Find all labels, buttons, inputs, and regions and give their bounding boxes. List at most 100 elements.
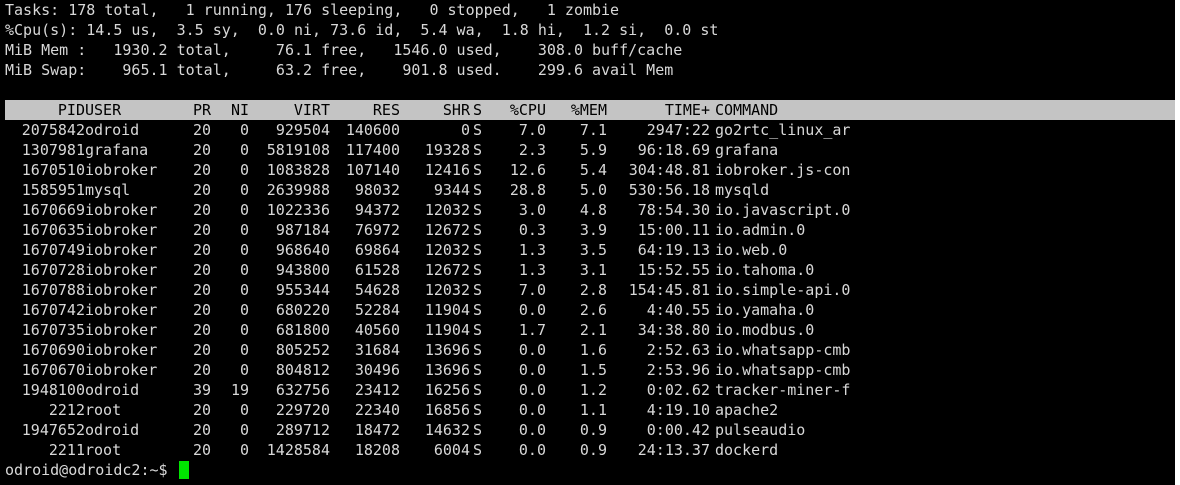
process-user: mysql bbox=[85, 181, 131, 199]
process-res: 117400 bbox=[345, 141, 400, 159]
process-user: root bbox=[85, 401, 122, 419]
process-res: 40560 bbox=[354, 321, 400, 339]
process-cpu: 0.3 bbox=[518, 221, 546, 239]
process-time: 96:18.69 bbox=[637, 141, 710, 159]
process-time: 530:56.18 bbox=[628, 181, 710, 199]
process-cpu: 0.0 bbox=[518, 401, 546, 419]
process-mem: 2.8 bbox=[579, 281, 607, 299]
process-pid: 1670510 bbox=[21, 161, 85, 179]
process-mem: 1.2 bbox=[579, 381, 607, 399]
process-nice: 0 bbox=[239, 361, 249, 379]
process-time: 4:19.10 bbox=[646, 401, 710, 419]
process-time: 78:54.30 bbox=[637, 201, 710, 219]
process-time: 304:48.81 bbox=[628, 161, 710, 179]
process-mem: 0.9 bbox=[579, 421, 607, 439]
process-mem: 0.9 bbox=[579, 441, 607, 459]
process-user: odroid bbox=[85, 381, 140, 399]
process-res: 69864 bbox=[354, 241, 400, 259]
process-state: S bbox=[473, 241, 483, 259]
process-virt: 1428584 bbox=[266, 441, 330, 459]
process-user: odroid bbox=[85, 121, 140, 139]
column-header-mem: %MEM bbox=[570, 101, 607, 119]
process-user: iobroker bbox=[85, 221, 158, 239]
process-time: 0:02.62 bbox=[646, 381, 710, 399]
process-state: S bbox=[473, 441, 483, 459]
process-priority: 20 bbox=[192, 141, 211, 159]
process-pid: 1947652 bbox=[21, 421, 85, 439]
process-user: odroid bbox=[85, 421, 140, 439]
process-res: 22340 bbox=[354, 401, 400, 419]
process-user: iobroker bbox=[85, 201, 158, 219]
process-command: io.admin.0 bbox=[715, 221, 806, 239]
process-mem: 2.1 bbox=[579, 321, 607, 339]
shell-prompt: odroid@odroidc2:~$ bbox=[5, 461, 177, 479]
process-priority: 39 bbox=[192, 381, 211, 399]
process-state: S bbox=[473, 281, 483, 299]
process-virt: 5819108 bbox=[266, 141, 330, 159]
process-mem: 5.9 bbox=[579, 141, 607, 159]
process-pid: 1670742 bbox=[21, 301, 85, 319]
shell-prompt-line[interactable]: odroid@odroidc2:~$ bbox=[5, 460, 189, 480]
process-res: 31684 bbox=[354, 341, 400, 359]
process-nice: 0 bbox=[239, 261, 249, 279]
process-pid: 1670669 bbox=[21, 201, 85, 219]
table-row: 1947652 odroid 20 0 289712 18472 14632 S 0.0 0.9 0… bbox=[5, 420, 1175, 440]
process-pid: 1948100 bbox=[21, 381, 85, 399]
process-user: iobroker bbox=[85, 241, 158, 259]
process-nice: 0 bbox=[239, 201, 249, 219]
process-command: dockerd bbox=[715, 441, 779, 459]
process-state: S bbox=[473, 301, 483, 319]
process-res: 18208 bbox=[354, 441, 400, 459]
table-row: 1670670 iobroker 20 0 804812 30496 13696 S 0.0 1.… bbox=[5, 360, 1175, 380]
column-header-time: TIME+ bbox=[664, 101, 710, 119]
process-shr: 12416 bbox=[424, 161, 470, 179]
process-shr: 6004 bbox=[433, 441, 470, 459]
process-cpu: 0.0 bbox=[518, 441, 546, 459]
process-user: grafana bbox=[85, 141, 149, 159]
process-command: io.javascript.0 bbox=[715, 201, 851, 219]
process-command: go2rtc_linux_ar bbox=[715, 121, 851, 139]
process-nice: 0 bbox=[239, 121, 249, 139]
process-virt: 955344 bbox=[275, 281, 330, 299]
process-shr: 12032 bbox=[424, 281, 470, 299]
process-state: S bbox=[473, 121, 483, 139]
process-res: 23412 bbox=[354, 381, 400, 399]
process-state: S bbox=[473, 321, 483, 339]
process-command: io.tahoma.0 bbox=[715, 261, 815, 279]
process-virt: 680220 bbox=[275, 301, 330, 319]
process-priority: 20 bbox=[192, 201, 211, 219]
process-nice: 0 bbox=[239, 421, 249, 439]
terminal-window[interactable]: Tasks: 178 total, 1 running, 176 sleepin… bbox=[0, 0, 1175, 485]
process-pid: 1670635 bbox=[21, 221, 85, 239]
process-time: 15:52.55 bbox=[637, 261, 710, 279]
process-command: io.whatsapp-cmb bbox=[715, 341, 851, 359]
table-row: 1670749 iobroker 20 0 968640 69864 12032 S 1.3 3.… bbox=[5, 240, 1175, 260]
process-virt: 805252 bbox=[275, 341, 330, 359]
process-mem: 3.9 bbox=[579, 221, 607, 239]
process-priority: 20 bbox=[192, 301, 211, 319]
process-time: 24:13.37 bbox=[637, 441, 710, 459]
process-command: grafana bbox=[715, 141, 779, 159]
table-row: 1948100 odroid 39 19 632756 23412 16256 S 0.0 1.2… bbox=[5, 380, 1175, 400]
process-command: iobroker.js-con bbox=[715, 161, 851, 179]
process-shr: 14632 bbox=[424, 421, 470, 439]
table-row: 1670788 iobroker 20 0 955344 54628 12032 S 7.0 2.… bbox=[5, 280, 1175, 300]
process-shr: 12672 bbox=[424, 261, 470, 279]
column-header-ni: NI bbox=[230, 101, 249, 119]
process-pid: 1585951 bbox=[21, 181, 85, 199]
process-mem: 7.1 bbox=[579, 121, 607, 139]
process-virt: 968640 bbox=[275, 241, 330, 259]
process-time: 64:19.13 bbox=[637, 241, 710, 259]
process-mem: 3.5 bbox=[579, 241, 607, 259]
process-command: io.web.0 bbox=[715, 241, 788, 259]
process-state: S bbox=[473, 161, 483, 179]
process-state: S bbox=[473, 401, 483, 419]
process-shr: 16256 bbox=[424, 381, 470, 399]
process-cpu: 0.0 bbox=[518, 421, 546, 439]
process-user: iobroker bbox=[85, 361, 158, 379]
process-mem: 4.8 bbox=[579, 201, 607, 219]
process-command: io.simple-api.0 bbox=[715, 281, 851, 299]
process-virt: 289712 bbox=[275, 421, 330, 439]
process-cpu: 1.3 bbox=[518, 261, 546, 279]
table-row: 2075842 odroid 20 0 929504 140600 0 S 7.0 7.1 2947… bbox=[5, 120, 1175, 140]
